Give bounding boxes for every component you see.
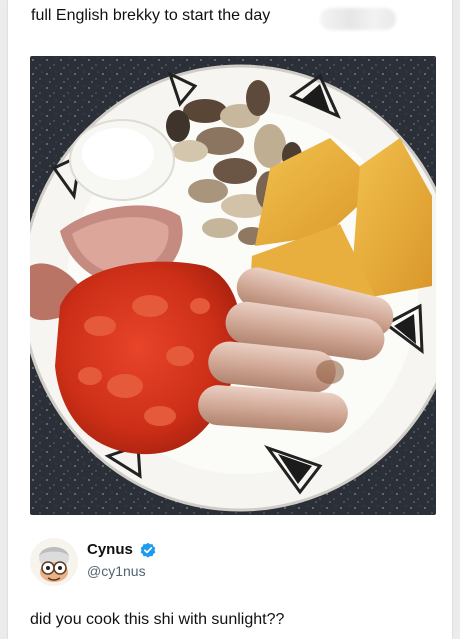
verified-badge-icon — [140, 542, 156, 558]
post-image[interactable] — [30, 56, 436, 515]
reply-handle[interactable]: @cy1nus — [87, 563, 146, 579]
breakfast-plate-photo — [30, 56, 436, 515]
cartoon-avatar-icon — [30, 538, 78, 586]
blurred-emoji — [320, 8, 396, 30]
post-caption: full English brekky to start the day — [31, 7, 271, 24]
reply-avatar[interactable] — [30, 538, 78, 586]
reply-text: did you cook this shi with sunlight?? — [30, 611, 285, 628]
reply-display-name[interactable]: Cynus — [87, 541, 133, 558]
